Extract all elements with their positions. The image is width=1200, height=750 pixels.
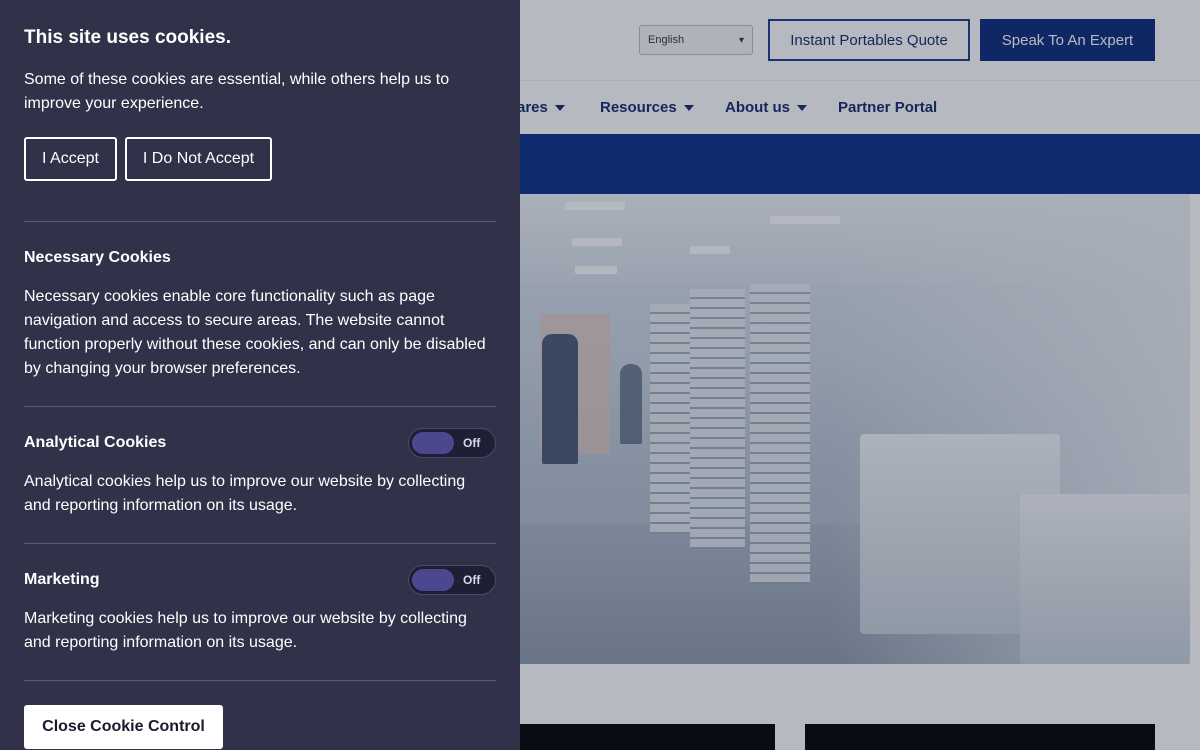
divider xyxy=(24,680,496,681)
close-cookie-control-button[interactable]: Close Cookie Control xyxy=(24,705,223,749)
cookie-control-panel: This site uses cookies. Some of these co… xyxy=(0,0,520,750)
analytical-cookies-heading: Analytical Cookies xyxy=(24,434,167,451)
cookie-panel-intro: Some of these cookies are essential, whi… xyxy=(24,71,450,112)
divider xyxy=(24,221,496,222)
reject-cookies-button[interactable]: I Do Not Accept xyxy=(125,137,272,181)
divider xyxy=(24,543,496,544)
necessary-cookies-text: Necessary cookies enable core functional… xyxy=(24,288,486,377)
toggle-state-label: Off xyxy=(463,573,481,587)
marketing-cookies-toggle[interactable]: Off xyxy=(408,565,496,595)
divider xyxy=(24,406,496,407)
toggle-state-label: Off xyxy=(463,436,481,450)
cookie-panel-title: This site uses cookies. xyxy=(24,27,231,48)
toggle-knob xyxy=(412,432,454,454)
marketing-cookies-heading: Marketing xyxy=(24,571,100,588)
analytical-cookies-toggle[interactable]: Off xyxy=(408,428,496,458)
accept-cookies-button[interactable]: I Accept xyxy=(24,137,117,181)
toggle-knob xyxy=(412,569,454,591)
marketing-cookies-text: Marketing cookies help us to improve our… xyxy=(24,610,467,651)
analytical-cookies-text: Analytical cookies help us to improve ou… xyxy=(24,473,466,514)
necessary-cookies-heading: Necessary Cookies xyxy=(24,249,171,266)
